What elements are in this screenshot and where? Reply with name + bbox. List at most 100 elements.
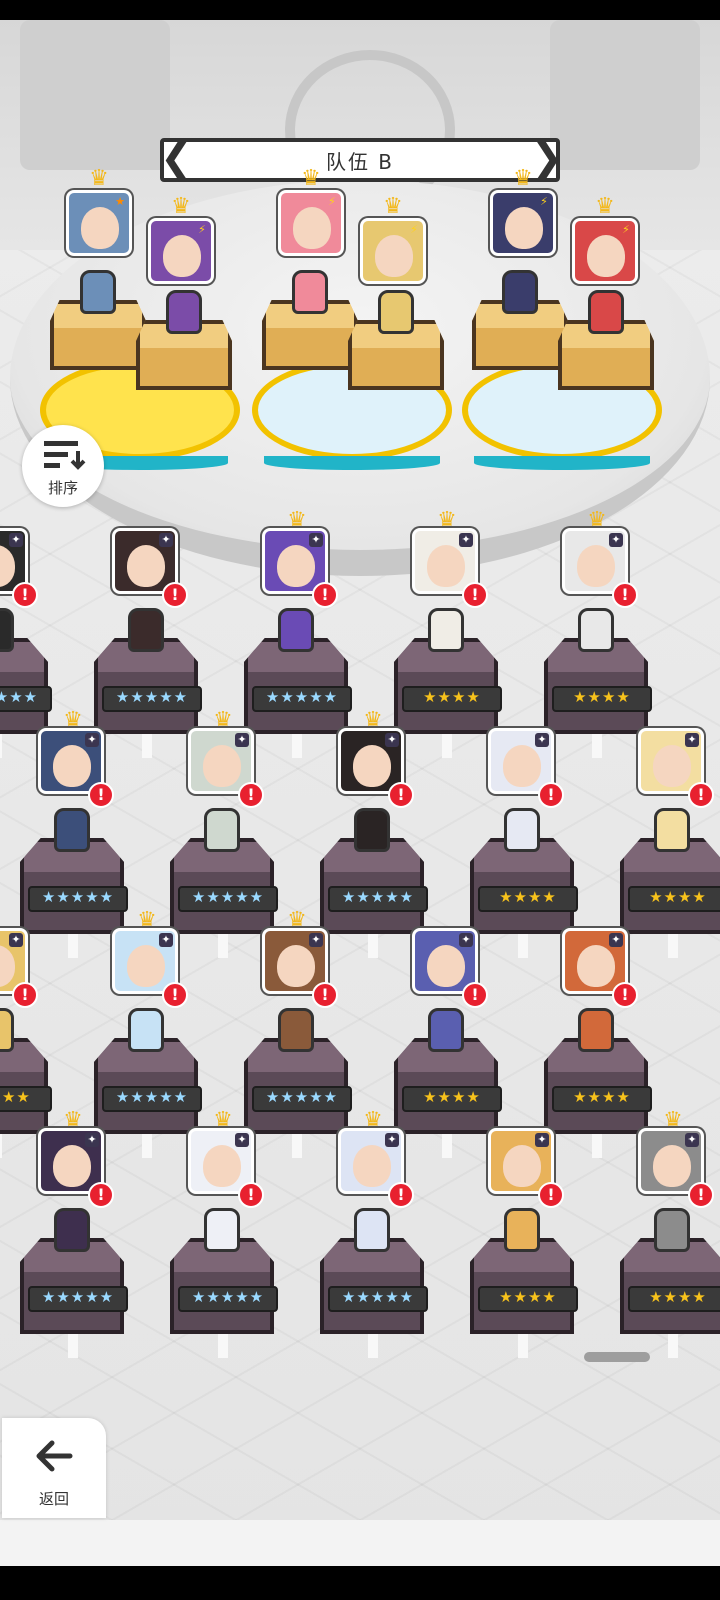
hero-sprite[interactable] — [578, 1008, 614, 1052]
alert-badge-icon: ! — [388, 782, 414, 808]
alert-badge-icon: ! — [12, 582, 38, 608]
hero-sprite[interactable] — [54, 1208, 90, 1252]
sort-button[interactable]: 排序 — [22, 425, 104, 507]
alert-badge-icon: ! — [238, 1182, 264, 1208]
star-rating: ★★★★★ — [178, 886, 278, 912]
element-dark-icon: ✦ — [609, 533, 623, 547]
portrait-face — [127, 945, 165, 987]
left-tower — [20, 20, 170, 170]
sort-label: 排序 — [47, 479, 78, 497]
hero-sprite[interactable] — [428, 1008, 464, 1052]
hero-sprite[interactable] — [204, 1208, 240, 1252]
hero-sprite[interactable] — [428, 608, 464, 652]
team-portrait-purple-girl[interactable]: ⚡ — [148, 218, 214, 284]
hero-sprite — [292, 270, 328, 314]
hero-sprite[interactable] — [0, 608, 14, 652]
element-dark-icon: ✦ — [309, 933, 323, 947]
team-portrait-tiger[interactable]: ★ — [66, 190, 132, 256]
hero-sprite[interactable] — [0, 1008, 14, 1052]
star-rating: ★★★★★ — [328, 886, 428, 912]
team-portrait-dark-hair-clown[interactable]: ⚡ — [490, 190, 556, 256]
portrait-face — [0, 945, 15, 987]
hero-sprite[interactable] — [354, 808, 390, 852]
alert-badge-icon: ! — [462, 582, 488, 608]
portrait-face — [427, 945, 465, 987]
element-dark-icon: ✦ — [85, 733, 99, 747]
element-dark-icon: ✦ — [85, 1133, 99, 1147]
portrait-face — [505, 207, 543, 249]
star-rating: ★★★★ — [402, 686, 502, 712]
portrait-face — [277, 945, 315, 987]
star-rating: ★★★★★ — [328, 1286, 428, 1312]
star-rating: ★★★★★ — [252, 1086, 352, 1112]
team-portrait-red-hat-girl[interactable]: ⚡ — [572, 218, 638, 284]
element-dark-icon: ✦ — [685, 733, 699, 747]
crown-icon: ♛ — [171, 194, 191, 219]
portrait-face — [203, 745, 241, 787]
portrait-face — [427, 545, 465, 587]
star-rating: ★★★★★ — [0, 686, 52, 712]
hero-sprite[interactable] — [204, 808, 240, 852]
portrait-face — [0, 545, 15, 587]
alert-badge-icon: ! — [312, 582, 338, 608]
portrait-face — [587, 235, 625, 277]
alert-badge-icon: ! — [238, 782, 264, 808]
hero-sprite[interactable] — [278, 608, 314, 652]
hero-sprite — [588, 290, 624, 334]
element-dark-icon: ✦ — [459, 933, 473, 947]
team-name: 队伍 B — [325, 149, 395, 174]
status-bar — [0, 0, 720, 20]
element-lightning-icon: ⚡ — [328, 195, 336, 208]
scroll-indicator[interactable] — [584, 1352, 650, 1362]
team-selector[interactable]: 队伍 B — [160, 138, 560, 182]
element-dark-icon: ✦ — [535, 733, 549, 747]
hero-sprite[interactable] — [128, 608, 164, 652]
navigation-bar — [0, 1566, 720, 1600]
portrait-face — [353, 745, 391, 787]
back-button[interactable]: 返回 — [2, 1418, 106, 1518]
hero-sprite[interactable] — [278, 1008, 314, 1052]
star-rating: ★★★★★ — [28, 1286, 128, 1312]
element-dark-icon: ✦ — [235, 1133, 249, 1147]
element-dark-icon: ✦ — [159, 933, 173, 947]
portrait-face — [653, 1145, 691, 1187]
portrait-face — [53, 1145, 91, 1187]
hero-sprite[interactable] — [578, 608, 614, 652]
crown-icon: ♛ — [595, 194, 615, 219]
element-lightning-icon: ⚡ — [622, 223, 630, 236]
element-dark-icon: ✦ — [309, 533, 323, 547]
hero-sprite[interactable] — [654, 1208, 690, 1252]
sort-icon — [44, 441, 86, 470]
prev-team-arrow-icon[interactable]: ❮ — [160, 138, 194, 182]
element-dark-icon: ✦ — [159, 533, 173, 547]
star-rating: ★★★★ — [552, 686, 652, 712]
hero-sprite[interactable] — [504, 1208, 540, 1252]
hero-sprite[interactable] — [504, 808, 540, 852]
element-lightning-icon: ⚡ — [540, 195, 548, 208]
element-dark-icon: ✦ — [385, 733, 399, 747]
hero-sprite[interactable] — [128, 1008, 164, 1052]
back-label: 返回 — [38, 1490, 69, 1508]
portrait-face — [577, 945, 615, 987]
alert-badge-icon: ! — [162, 982, 188, 1008]
star-rating: ★★★★★ — [102, 686, 202, 712]
star-rating: ★★★★ — [0, 1086, 52, 1112]
element-dark-icon: ✦ — [235, 733, 249, 747]
hero-sprite[interactable] — [354, 1208, 390, 1252]
team-portrait-pink-girl[interactable]: ⚡ — [278, 190, 344, 256]
portrait-face — [277, 545, 315, 587]
alert-badge-icon: ! — [12, 982, 38, 1008]
star-rating: ★★★★★ — [178, 1286, 278, 1312]
star-rating: ★★★★★ — [102, 1086, 202, 1112]
star-rating: ★★★★ — [552, 1086, 652, 1112]
element-dark-icon: ✦ — [685, 1133, 699, 1147]
portrait-face — [127, 545, 165, 587]
crown-icon: ♛ — [89, 166, 109, 191]
portrait-face — [353, 1145, 391, 1187]
hero-sprite[interactable] — [54, 808, 90, 852]
crown-icon: ♛ — [383, 194, 403, 219]
alert-badge-icon: ! — [88, 1182, 114, 1208]
team-portrait-blonde-glasses[interactable]: ⚡ — [360, 218, 426, 284]
hero-sprite[interactable] — [654, 808, 690, 852]
alert-badge-icon: ! — [688, 1182, 714, 1208]
